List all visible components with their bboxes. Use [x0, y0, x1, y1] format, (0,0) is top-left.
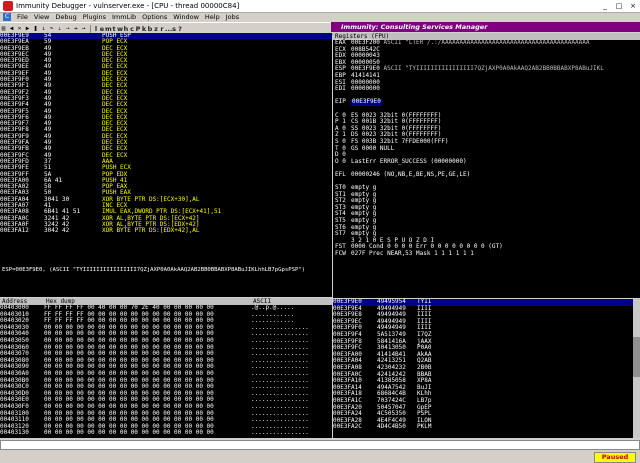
register-row[interactable]: ST3 empty g — [333, 204, 640, 212]
register-row[interactable]: EFL 00000246 (NO,NB,E,BE,NS,PE,GE,LE) — [333, 170, 640, 179]
register-row[interactable]: T 0 GS 0000 NULL — [333, 144, 640, 153]
run-icon[interactable]: ▶ — [24, 25, 31, 33]
step-into-icon[interactable]: ↓ — [40, 25, 47, 33]
menu-debug[interactable]: Debug — [52, 13, 79, 21]
register-value: 00000000 — [351, 85, 380, 93]
command-input[interactable] — [0, 440, 640, 450]
maximize-button[interactable]: □ — [612, 1, 626, 11]
dump-hex-column[interactable]: Hex dump — [46, 298, 253, 305]
register-row[interactable]: EDI 00000000 — [333, 85, 640, 93]
step-over-icon[interactable]: ↷ — [48, 25, 55, 33]
registers-pane[interactable]: Registers (FPU) EAX 00E3F200 ASCII "LTER … — [333, 33, 640, 298]
menu-help[interactable]: Help — [202, 13, 223, 21]
dump-ascii: ................ — [251, 429, 309, 437]
register-name: O 0 — [335, 157, 346, 165]
menu-plugins[interactable]: Plugins — [80, 13, 109, 21]
dump-hex: 00 00 00 00 00 00 00 00 00 00 00 00 00 0… — [44, 429, 214, 437]
menu-jobs[interactable]: Jobs — [223, 13, 242, 21]
dump-header: Address Hex dump ASCII — [0, 298, 332, 305]
register-row[interactable]: ST4 empty g — [333, 211, 640, 218]
register-row[interactable] — [333, 178, 640, 185]
open-icon[interactable]: ▤ — [0, 25, 7, 33]
dump-ascii-column[interactable]: ASCII — [253, 298, 271, 305]
restart-icon[interactable]: ◀ — [8, 25, 15, 33]
stack-value: 4D4C4B50 — [377, 423, 406, 431]
trace-into-icon[interactable]: ⇣ — [56, 25, 63, 33]
register-name: EDI — [335, 85, 346, 93]
register-row[interactable]: O 0 LastErr ERROR_SUCCESS (00000000) — [333, 157, 640, 166]
dump-row[interactable]: 00403130 00 00 00 00 00 00 00 00 00 00 00… — [0, 430, 332, 437]
dump-address-column[interactable]: Address — [0, 298, 46, 305]
execute-till-return-icon[interactable]: ⇥ — [72, 25, 79, 33]
go-to-address-icon[interactable]: → — [80, 25, 87, 33]
close-program-icon[interactable]: ✕ — [16, 25, 23, 33]
menu-file[interactable]: File — [14, 13, 31, 21]
status-badge: Paused — [594, 451, 636, 463]
disasm-row[interactable]: 00E3FA12 3042 42 XOR BYTE PTR DS:[EDX+42],… — [0, 227, 332, 235]
info-pane: ESP=00E3F9E0, (ASCII "TYIIIIIIIIIIIIIIII… — [0, 267, 332, 297]
menu-options[interactable]: Options — [139, 13, 170, 21]
stack-pane[interactable]: 00E3F9E0 49495954 TYII 00E3F9E4 49494949 IIII… — [333, 299, 633, 438]
consulting-banner[interactable]: Immunity: Consulting Services Manager — [331, 22, 640, 32]
disassembly-pane[interactable]: 00E3F9E9 54 PUSH ESP 00E3F9EA 59 POP ECX 00E3F… — [0, 33, 332, 267]
register-value: 027F Prec NEAR,53 Mask 1 1 1 1 1 1 — [351, 250, 474, 257]
register-comment: ASCII "LTER /.:/AAAAAAAAAAAAAAAAAAAAAAAA… — [383, 39, 590, 46]
close-button[interactable]: × — [626, 1, 640, 11]
minimize-button[interactable]: _ — [598, 1, 612, 11]
menu-bar: C File View Debug Plugins ImmLib Options… — [0, 12, 640, 22]
dump-address: 00403130 — [0, 429, 29, 437]
toolbar-separator — [90, 24, 91, 33]
register-name: ST7 — [335, 230, 346, 238]
register-name: FCW — [335, 250, 346, 257]
pause-icon[interactable]: ❚ — [32, 25, 39, 33]
disasm-address: 00E3FA12 — [0, 227, 29, 235]
stack-address: 00E3FA2C — [333, 423, 362, 431]
cpu-window-icon[interactable]: C — [3, 13, 11, 21]
info-line: ESP=00E3F9E0, (ASCII "TYIIIIIIIIIIIIIIII… — [2, 267, 306, 273]
register-list: EAX 00E3F200 ASCII "LTER /.:/AAAAAAAAAAAA… — [333, 39, 640, 258]
register-row[interactable]: FCW 027F Prec NEAR,53 Mask 1 1 1 1 1 1 — [333, 250, 640, 258]
app-icon — [3, 1, 13, 11]
register-value: LastErr ERROR_SUCCESS (00000000) — [351, 157, 467, 165]
stack-scrollbar-thumb[interactable] — [633, 337, 640, 377]
register-value: GS 0000 NULL — [351, 144, 395, 152]
disasm-instruction: XOR BYTE PTR DS:[EDX+42],AL — [102, 227, 200, 235]
window-title: Immunity Debugger - vulnserver.exe - [CP… — [16, 2, 240, 10]
register-value: 00000246 (NO,NB,E,BE,NS,PE,GE,LE) — [351, 170, 471, 178]
register-name: EIP — [335, 98, 346, 106]
register-row[interactable]: ST0 empty g — [333, 184, 640, 192]
register-row[interactable]: ST1 empty g — [333, 191, 640, 199]
status-bar: Paused — [0, 451, 640, 463]
register-row[interactable]: ST5 empty g — [333, 217, 640, 225]
memory-dump-pane[interactable]: 00403000 FF FF FF FF 00 40 00 00 70 2E 40… — [0, 305, 332, 438]
toolbar-help-button[interactable]: ? — [177, 25, 183, 33]
register-comment: ASCII "TYIIIIIIIIIIIIIIII7QZjAXP0A0AkAAQ… — [383, 65, 604, 73]
register-name: EFL — [335, 170, 346, 178]
register-row[interactable]: ST2 empty g — [333, 197, 640, 205]
menu-view[interactable]: View — [31, 13, 52, 21]
stack-scrollbar[interactable] — [633, 299, 640, 438]
disasm-hex: 3042 42 — [44, 227, 70, 235]
stack-row[interactable]: 00E3FA2C 4D4C4B50 PKLM — [333, 424, 633, 431]
menu-immlib[interactable]: ImmLib — [109, 13, 139, 21]
register-value: 00E3F9E0 — [351, 98, 382, 106]
menu-window[interactable]: Window — [170, 13, 202, 21]
trace-over-icon[interactable]: ⇢ — [64, 25, 71, 33]
register-row[interactable]: EIP 00E3F9E0 — [333, 99, 640, 106]
stack-comment: PKLM — [417, 423, 432, 431]
register-row[interactable]: ST6 empty g — [333, 224, 640, 232]
